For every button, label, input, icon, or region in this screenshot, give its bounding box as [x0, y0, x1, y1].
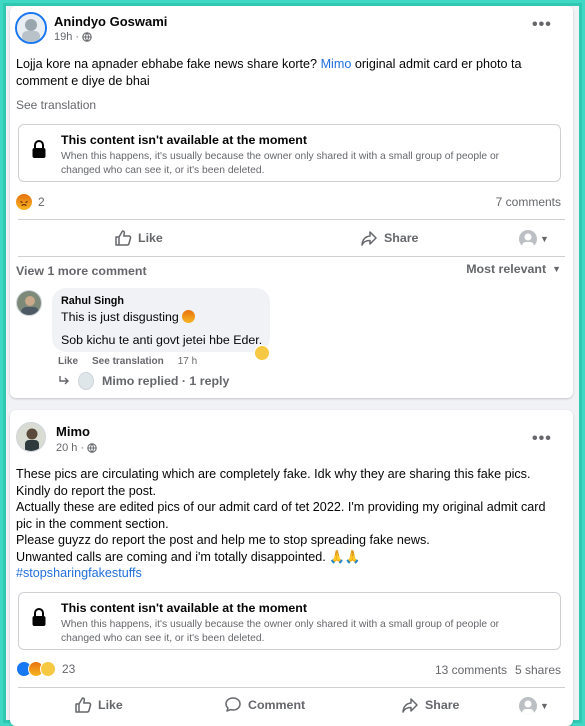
divider [18, 219, 565, 220]
more-options-icon[interactable]: ••• [532, 16, 552, 34]
share-label: Share [384, 231, 419, 245]
thumbs-up-icon [115, 230, 132, 246]
share-label: Share [425, 698, 460, 712]
sad-reaction-icon[interactable] [254, 345, 270, 361]
comments-count[interactable]: 13 comments [435, 663, 507, 677]
comment-sort-dropdown[interactable]: Most relevant ▼ [466, 262, 561, 276]
comment-like-button[interactable]: Like [58, 356, 78, 367]
share-button[interactable]: Share [401, 696, 459, 714]
sort-label: Most relevant [466, 262, 547, 276]
thumbs-up-icon [75, 697, 92, 713]
view-more-comments-link[interactable]: View 1 more comment [16, 264, 147, 278]
commenter-avatar[interactable] [16, 290, 42, 316]
engagement-counts: 13 comments 5 shares [435, 663, 561, 677]
angry-emoji-icon [182, 310, 196, 323]
notice-title: This content isn't available at the mome… [61, 133, 307, 147]
commenter-name[interactable]: Rahul Singh [61, 295, 124, 307]
comment-label: Comment [248, 698, 306, 712]
audience-selector[interactable]: ▼ [519, 697, 549, 715]
notice-title: This content isn't available at the mome… [61, 601, 307, 615]
comment-text-line: This is just disgusting [61, 309, 196, 325]
notice-body: When this happens, it's usually because … [61, 151, 500, 176]
unavailable-content-notice: This content isn't available at the mome… [18, 124, 561, 182]
avatar-photo-icon [17, 14, 45, 42]
post-text: These pics are circulating which are com… [16, 466, 562, 582]
post-meta: 19h · [54, 31, 92, 43]
mention-link[interactable]: Mimo [321, 57, 352, 71]
chevron-down-icon: ▼ [552, 264, 561, 274]
comment-bubble: Rahul Singh This is just disgusting Sob … [52, 288, 270, 352]
hashtag-link[interactable]: #stopsharingfakestuffs [16, 565, 562, 582]
comments-count[interactable]: 7 comments [496, 195, 561, 209]
lock-icon [32, 608, 46, 626]
chevron-down-icon: ▼ [540, 701, 549, 711]
post-line: These pics are circulating which are com… [16, 467, 531, 498]
avatar-photo-icon [17, 291, 41, 315]
comment-time[interactable]: 17 h [178, 356, 197, 367]
post-line: Please guyzz do report the post and help… [16, 533, 430, 547]
reaction-summary[interactable]: 23 [16, 661, 75, 677]
comment-actions: Like See translation 17 h [58, 356, 197, 367]
post-line: Actually these are edited pics of our ad… [16, 500, 546, 531]
post-text-part: Lojja kore na apnader ebhabe fake news s… [16, 57, 321, 71]
globe-icon [87, 443, 97, 453]
comment-bubble-icon [225, 697, 241, 712]
post-meta: 20 h · [56, 442, 97, 454]
globe-icon [82, 32, 92, 42]
author-avatar[interactable] [15, 12, 47, 44]
post-time[interactable]: 20 h [56, 442, 77, 454]
post-time[interactable]: 19h [54, 31, 72, 43]
chevron-down-icon: ▼ [540, 234, 549, 244]
reaction-icons [16, 661, 56, 677]
feed-frame: Anindyo Goswami 19h · ••• Lojja kore na … [3, 3, 582, 726]
avatar-photo-icon [17, 423, 45, 451]
replies-row[interactable]: Mimo replied · 1 reply [58, 372, 229, 390]
notice-body: When this happens, it's usually because … [61, 619, 500, 644]
post-line: Unwanted calls are coming and i'm totall… [16, 549, 361, 564]
share-arrow-icon [361, 231, 377, 246]
post-card: Mimo 20 h · ••• These pics are circulati… [10, 410, 573, 726]
unavailable-content-notice: This content isn't available at the mome… [18, 592, 561, 650]
profile-avatar-icon [519, 230, 537, 248]
share-button[interactable]: Share [360, 229, 418, 247]
like-button[interactable]: Like [74, 696, 123, 714]
angry-reaction-icon [16, 194, 32, 210]
comment-see-translation[interactable]: See translation [92, 356, 164, 367]
like-button[interactable]: Like [114, 229, 163, 247]
reaction-summary[interactable]: 2 [16, 194, 45, 210]
author-avatar[interactable] [16, 422, 46, 452]
reaction-count: 2 [38, 195, 45, 209]
post-text: Lojja kore na apnader ebhabe fake news s… [16, 56, 546, 89]
more-options-icon[interactable]: ••• [532, 430, 552, 448]
like-label: Like [98, 698, 123, 712]
divider [18, 687, 565, 688]
reply-avatar [78, 372, 94, 390]
lock-icon [32, 140, 46, 158]
share-arrow-icon [402, 698, 418, 713]
author-name[interactable]: Anindyo Goswami [54, 14, 167, 29]
audience-selector[interactable]: ▼ [519, 230, 549, 248]
haha-reaction-icon [40, 661, 56, 677]
divider [18, 256, 565, 257]
comment-line-1: This is just disgusting [61, 310, 179, 324]
profile-avatar-icon [519, 697, 537, 715]
replies-link[interactable]: Mimo replied · 1 reply [102, 374, 229, 388]
reply-arrow-icon [59, 376, 69, 385]
reaction-count: 23 [62, 662, 76, 676]
comment-line-2: Sob kichu te anti govt jetei hbe Eder. [61, 333, 263, 347]
shares-count[interactable]: 5 shares [515, 663, 561, 677]
author-name[interactable]: Mimo [56, 424, 90, 439]
comment-button[interactable]: Comment [224, 696, 305, 714]
see-translation-link[interactable]: See translation [16, 98, 96, 112]
post-card: Anindyo Goswami 19h · ••• Lojja kore na … [10, 6, 573, 398]
like-label: Like [138, 231, 163, 245]
